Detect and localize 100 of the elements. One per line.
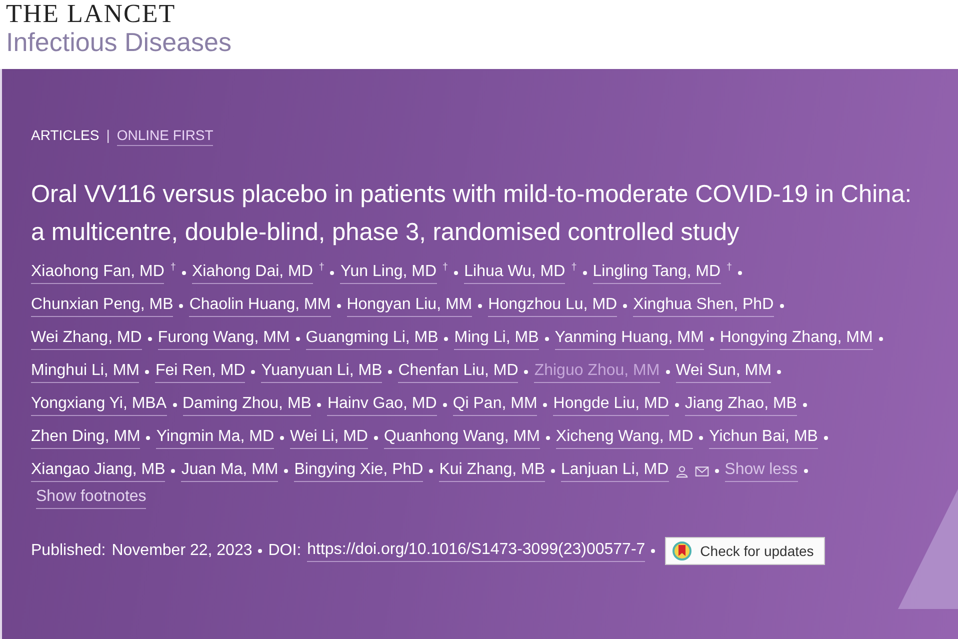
bullet-icon xyxy=(738,271,742,275)
bullet-icon xyxy=(777,370,782,374)
bullet-icon xyxy=(251,370,256,374)
journal-subtitle: Infectious Diseases xyxy=(6,27,232,57)
author-link[interactable]: Qi Pan, MM xyxy=(452,394,538,416)
author-link[interactable]: Chenfan Liu, MD xyxy=(398,362,518,382)
author-link[interactable]: Xiahong Dai, MD xyxy=(192,262,313,284)
journal-name: THE LANCET xyxy=(6,1,177,27)
author-link[interactable]: Daming Zhou, MB xyxy=(182,394,312,416)
published-label: Published: xyxy=(31,542,106,560)
bullet-icon xyxy=(714,469,719,473)
author-link[interactable]: Yuanyuan Li, MB xyxy=(261,362,382,382)
online-first-link[interactable]: ONLINE FIRST xyxy=(116,127,214,146)
bullet-icon xyxy=(172,403,176,407)
bullet-icon xyxy=(651,549,656,553)
author-link[interactable]: Xiaohong Fan, MD xyxy=(31,262,164,284)
author-link[interactable]: Lihua Wu, MD xyxy=(464,262,566,284)
article-type: ARTICLES xyxy=(31,127,100,143)
author-link[interactable]: Ming Li, MB xyxy=(454,328,539,350)
author-link[interactable]: Yun Ling, MD xyxy=(340,262,437,284)
bullet-icon xyxy=(623,304,628,308)
bullet-icon xyxy=(710,337,714,341)
bullet-icon xyxy=(388,370,392,374)
bullet-icon xyxy=(280,436,284,440)
bullet-icon xyxy=(179,304,184,308)
check-for-updates-button[interactable]: Check for updates xyxy=(665,537,825,565)
bullet-icon xyxy=(296,337,300,341)
author-link[interactable]: Chunxian Peng, MB xyxy=(31,296,174,316)
author-link[interactable]: Wei Li, MD xyxy=(290,428,368,448)
doi-link[interactable]: https://doi.org/10.1016/S1473-3099(23)00577-7 xyxy=(307,540,646,562)
bullet-icon xyxy=(284,469,288,473)
author-link[interactable]: Minghui Li, MM xyxy=(31,362,140,382)
bullet-icon xyxy=(317,403,322,407)
author-link[interactable]: Fei Ren, MD xyxy=(155,362,246,382)
bullet-icon xyxy=(804,469,808,473)
author-link[interactable]: Yichun Bai, MB xyxy=(709,428,818,448)
bullet-icon xyxy=(878,337,883,341)
bullet-icon xyxy=(824,436,828,440)
bullet-icon xyxy=(582,271,587,275)
author-link[interactable]: Lingling Tang, MD xyxy=(592,262,721,284)
author-link[interactable]: Yanming Huang, MM xyxy=(554,328,704,350)
author-link[interactable]: Xiangao Jiang, MB xyxy=(31,460,166,482)
footnote-mark[interactable]: † xyxy=(318,262,324,273)
author-link[interactable]: Quanhong Wang, MM xyxy=(384,428,540,448)
author-link[interactable]: Furong Wang, MM xyxy=(158,328,290,350)
bullet-icon xyxy=(674,403,679,407)
author-link[interactable]: Xinghua Shen, PhD xyxy=(633,296,774,316)
show-footnotes-link[interactable]: Show footnotes xyxy=(36,488,146,509)
bullet-icon xyxy=(478,304,482,308)
footnote-mark[interactable]: † xyxy=(571,262,577,273)
author-link[interactable]: Yingmin Ma, MD xyxy=(156,428,274,448)
footnote-mark[interactable]: † xyxy=(726,262,732,273)
bullet-icon xyxy=(146,436,150,440)
bullet-icon xyxy=(336,304,341,308)
author-link[interactable]: Xicheng Wang, MD xyxy=(556,428,694,448)
bullet-icon xyxy=(429,469,434,473)
footnote-mark[interactable]: † xyxy=(170,262,176,273)
bullet-icon xyxy=(330,271,334,275)
author-link[interactable]: Kui Zhang, MB xyxy=(439,460,546,482)
footnote-mark[interactable]: † xyxy=(442,262,448,273)
author-link[interactable]: Jiang Zhao, MB xyxy=(684,394,797,416)
author-link[interactable]: Chaolin Huang, MM xyxy=(189,296,331,316)
bullet-icon xyxy=(699,436,704,440)
published-date: November 22, 2023 xyxy=(112,542,252,560)
bullet-icon xyxy=(544,337,549,341)
bullet-icon xyxy=(524,370,528,374)
bookmark-icon xyxy=(672,541,692,561)
bullet-icon xyxy=(444,337,448,341)
author-link[interactable]: Guangming Li, MB xyxy=(306,328,438,350)
bullet-icon xyxy=(148,337,152,341)
bullet-icon xyxy=(258,549,262,553)
bullet-icon xyxy=(442,403,447,407)
author-link[interactable]: Hainv Gao, MD xyxy=(327,394,437,416)
article-title: Oral VV116 versus placebo in patients with mild-to-moderate COVID-19 in China: a multicentre, double-blind, phase 3, randomised controlled study xyxy=(31,180,913,248)
bullet-icon xyxy=(145,370,150,374)
author-link[interactable]: Hongde Liu, MD xyxy=(553,394,669,416)
bullet-icon xyxy=(802,403,807,407)
bullet-icon xyxy=(780,304,784,308)
author-link[interactable]: Wei Zhang, MD xyxy=(31,328,142,350)
show-less-link[interactable]: Show less xyxy=(724,460,798,482)
author-link[interactable]: Lanjuan Li, MD xyxy=(561,460,669,482)
bullet-icon xyxy=(546,436,550,440)
author-link[interactable]: Juan Ma, MM xyxy=(181,460,278,482)
author-link[interactable]: Hongying Zhang, MM xyxy=(720,328,873,350)
doi-label: DOI: xyxy=(268,542,302,560)
author-link[interactable]: Wei Sun, MM xyxy=(676,362,772,382)
author-link[interactable]: Hongzhou Lu, MD xyxy=(488,296,618,316)
mail-icon[interactable] xyxy=(694,464,709,478)
person-icon[interactable] xyxy=(674,464,689,478)
bullet-icon xyxy=(454,271,458,275)
bullet-icon xyxy=(666,370,670,374)
bullet-icon xyxy=(551,469,556,473)
author-link[interactable]: Zhen Ding, MM xyxy=(31,428,140,448)
bullet-icon xyxy=(182,271,186,275)
author-link[interactable]: Bingying Xie, PhD xyxy=(294,460,424,482)
bullet-icon xyxy=(543,403,548,407)
bullet-icon xyxy=(171,469,176,473)
author-link[interactable]: Hongyan Liu, MM xyxy=(346,296,472,316)
author-link[interactable]: Yongxiang Yi, MBA xyxy=(31,394,166,416)
bullet-icon xyxy=(374,436,378,440)
